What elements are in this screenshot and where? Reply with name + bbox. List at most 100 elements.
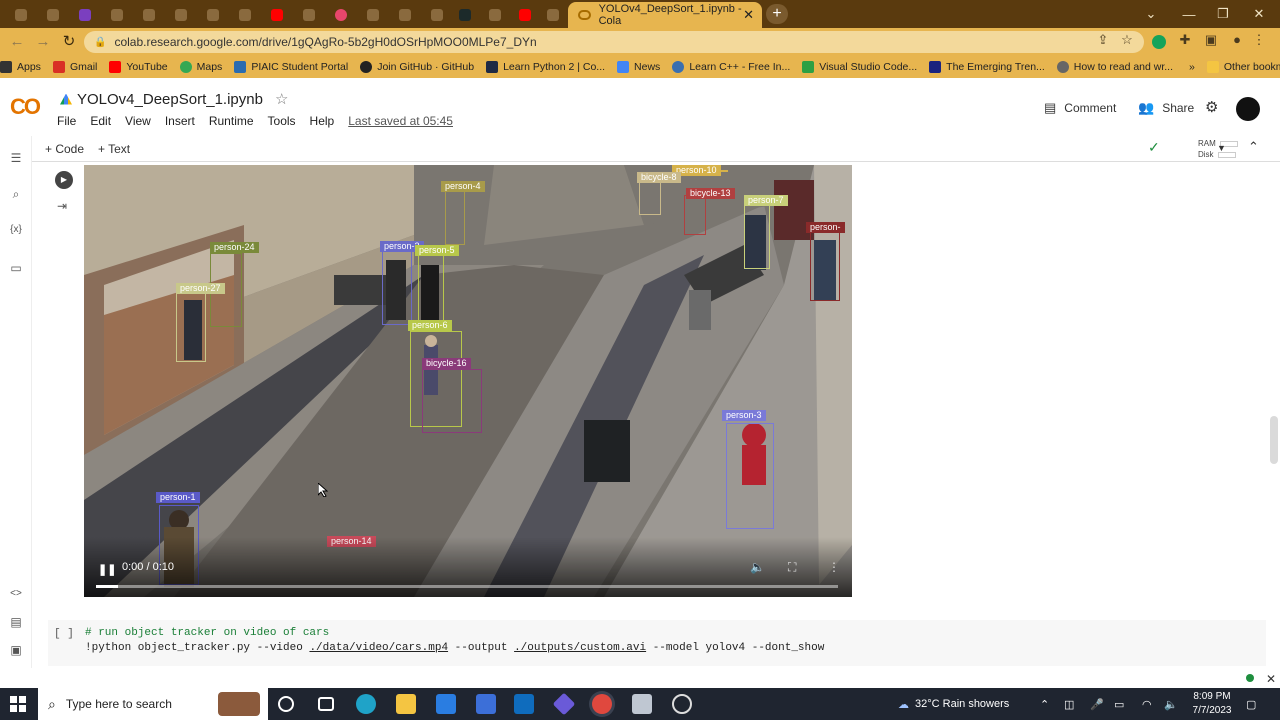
app-icon[interactable] — [552, 692, 576, 716]
colab-logo[interactable]: CO — [10, 94, 41, 120]
volume-icon[interactable]: 🔈 — [750, 560, 765, 574]
store-icon[interactable] — [476, 694, 496, 714]
browser-tab[interactable] — [102, 4, 132, 26]
show-hidden-icons-chevron-icon[interactable]: ⌃ — [1040, 688, 1049, 720]
bookmark-star-icon[interactable]: ☆ — [1118, 32, 1136, 52]
notifications-icon[interactable]: ▢ — [1246, 688, 1256, 720]
windows-start-icon[interactable] — [10, 696, 26, 712]
share-button[interactable]: 👥 Share — [1138, 100, 1194, 116]
close-window-button[interactable]: ✕ — [1242, 0, 1276, 28]
bookmark-news[interactable]: News — [617, 61, 660, 73]
bookmark-piaic[interactable]: PIAIC Student Portal — [234, 61, 348, 73]
side-panel-icon[interactable]: ▣ — [1202, 32, 1220, 52]
cortana-icon[interactable] — [278, 696, 294, 712]
browser-tab[interactable] — [262, 4, 292, 26]
obs-icon[interactable] — [672, 694, 692, 714]
bookmarks-overflow-chevron-icon[interactable]: » — [1189, 61, 1195, 73]
microphone-icon[interactable]: 🎤 — [1090, 688, 1104, 720]
taskbar-clock[interactable]: 8:09 PM 7/7/2023 — [1186, 690, 1238, 718]
browser-tab[interactable] — [422, 4, 452, 26]
browser-tab[interactable] — [326, 4, 356, 26]
bookmark-emerging-trends[interactable]: The Emerging Tren... — [929, 61, 1045, 73]
menu-insert[interactable]: Insert — [165, 114, 195, 128]
bookmark-vscode[interactable]: Visual Studio Code... — [802, 61, 917, 73]
command-palette-icon[interactable]: ▤ — [8, 614, 24, 630]
back-arrow-icon[interactable]: ← — [6, 32, 28, 52]
bookmark-learn-python[interactable]: Learn Python 2 | Co... — [486, 61, 605, 73]
search-icon[interactable]: ⌕ — [8, 186, 24, 202]
new-tab-button[interactable]: + — [766, 4, 788, 24]
browser-tab[interactable] — [294, 4, 324, 26]
grammarly-extension-icon[interactable] — [1152, 35, 1166, 49]
volume-icon[interactable]: 🔈 — [1164, 688, 1178, 720]
browser-tab[interactable] — [6, 4, 36, 26]
browser-tab[interactable] — [230, 4, 260, 26]
close-panel-icon[interactable]: ✕ — [1266, 672, 1276, 686]
outlook-icon[interactable] — [514, 694, 534, 714]
browser-tab[interactable] — [166, 4, 196, 26]
clear-output-icon[interactable]: ⇥ — [57, 199, 71, 213]
active-browser-tab[interactable]: YOLOv4_DeepSort_1.ipynb - Cola ✕ — [568, 2, 762, 28]
reload-icon[interactable]: ↻ — [58, 32, 80, 52]
table-of-contents-icon[interactable]: ☰ — [8, 150, 24, 166]
star-notebook-icon[interactable]: ☆ — [275, 90, 288, 108]
taskbar-search-box[interactable]: ⌕ Type here to search — [38, 688, 268, 720]
page-scrollbar[interactable] — [1270, 416, 1278, 464]
edge-icon[interactable] — [356, 694, 376, 714]
more-options-icon[interactable]: ⋮ — [828, 560, 840, 574]
bookmark-youtube[interactable]: YouTube — [109, 61, 168, 73]
code-cell[interactable]: [ ] # run object tracker on video of car… — [48, 620, 1266, 666]
bookmark-other-bookmarks[interactable]: Other bookmarks — [1206, 61, 1280, 73]
fullscreen-icon[interactable]: ⛶ — [788, 560, 796, 575]
video-player[interactable]: person-4 person-10 bicycle-8 bicycle-13 … — [84, 165, 852, 597]
add-code-cell-button[interactable]: + Code — [45, 142, 84, 156]
video-seek-bar[interactable] — [96, 585, 838, 588]
browser-tab[interactable] — [70, 4, 100, 26]
app-window-icon[interactable] — [632, 694, 652, 714]
variables-icon[interactable]: {x} — [8, 222, 24, 238]
bookmark-apps[interactable]: Apps — [0, 61, 41, 73]
menu-runtime[interactable]: Runtime — [209, 114, 254, 128]
browser-tab[interactable] — [390, 4, 420, 26]
chrome-icon[interactable] — [592, 694, 612, 714]
notebook-title[interactable]: YOLOv4_DeepSort_1.ipynb ☆ — [60, 90, 288, 108]
bookmark-gmail[interactable]: Gmail — [52, 61, 97, 73]
browser-tab[interactable] — [480, 4, 510, 26]
runtime-dropdown-icon[interactable]: ▼ — [1217, 143, 1226, 153]
task-view-icon[interactable] — [318, 697, 334, 711]
terminal-icon[interactable]: ▣ — [8, 642, 24, 658]
menu-help[interactable]: Help — [310, 114, 335, 128]
code-snippets-icon[interactable]: <> — [8, 586, 24, 602]
tab-search-dropdown-icon[interactable]: ⌄ — [1134, 0, 1168, 28]
files-folder-icon[interactable]: ▭ — [8, 260, 24, 276]
menu-file[interactable]: File — [57, 114, 76, 128]
close-tab-icon[interactable]: ✕ — [743, 7, 754, 23]
browser-tab[interactable] — [510, 4, 540, 26]
run-cell-button[interactable]: ▶ — [55, 171, 73, 189]
browser-tab[interactable] — [38, 4, 68, 26]
browser-tab[interactable] — [358, 4, 388, 26]
browser-menu-icon[interactable]: ⋮ — [1250, 32, 1268, 52]
pause-icon[interactable]: ❚❚ — [98, 563, 116, 576]
browser-tab[interactable] — [450, 4, 480, 26]
browser-tab[interactable] — [538, 4, 568, 26]
meet-now-icon[interactable]: ◫ — [1064, 688, 1074, 720]
menu-tools[interactable]: Tools — [268, 114, 296, 128]
menu-view[interactable]: View — [125, 114, 151, 128]
weather-widget[interactable]: ☁ 32°C Rain showers — [898, 688, 1009, 720]
forward-arrow-icon[interactable]: → — [32, 32, 54, 52]
comment-button[interactable]: ▤ Comment — [1044, 100, 1116, 116]
collapse-header-chevron-icon[interactable]: ⌃ — [1248, 139, 1259, 155]
file-explorer-icon[interactable] — [396, 694, 416, 714]
mail-icon[interactable] — [436, 694, 456, 714]
add-text-cell-button[interactable]: + Text — [98, 142, 130, 156]
run-cell-bracket[interactable]: [ ] — [54, 628, 74, 640]
bookmark-maps[interactable]: Maps — [179, 61, 222, 73]
address-bar[interactable]: 🔒 colab.research.google.com/drive/1gQAgR… — [84, 31, 1144, 53]
last-saved-link[interactable]: Last saved at 05:45 — [348, 114, 453, 128]
profile-icon[interactable]: ● — [1228, 32, 1246, 52]
bookmark-github[interactable]: Join GitHub · GitHub — [360, 61, 474, 73]
browser-tab[interactable] — [134, 4, 164, 26]
share-page-icon[interactable]: ⇪ — [1094, 32, 1112, 52]
extensions-puzzle-icon[interactable]: ✚ — [1176, 32, 1194, 52]
